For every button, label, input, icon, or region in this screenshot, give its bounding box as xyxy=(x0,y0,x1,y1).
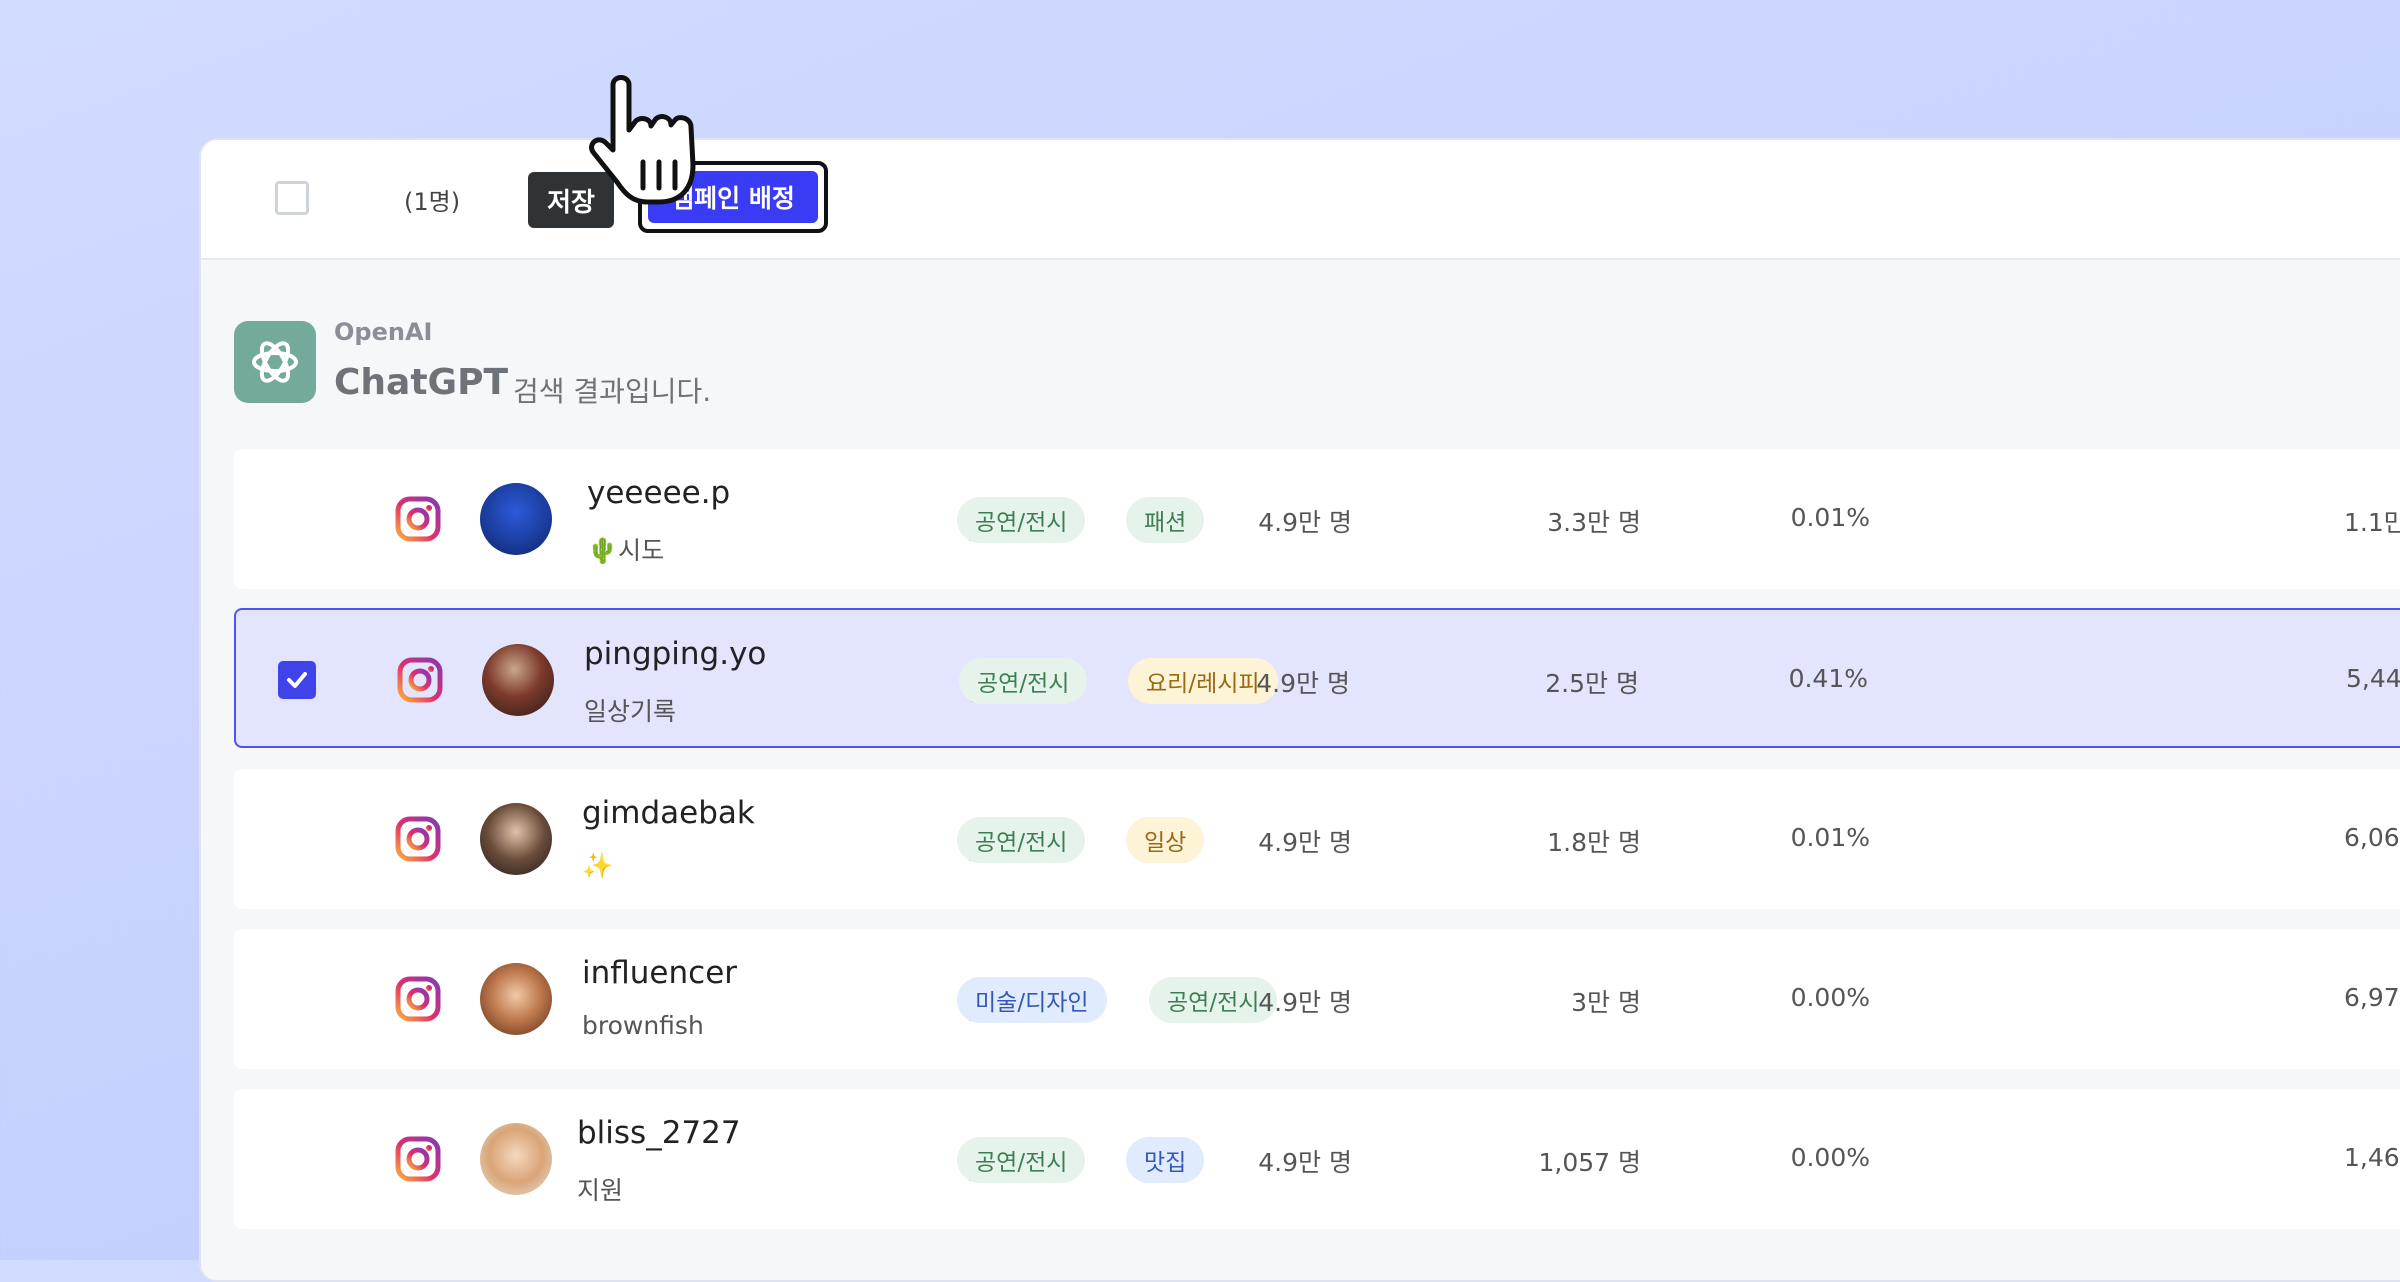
user-subtitle: ✨ xyxy=(582,851,614,880)
followers-value: 4.9만 명 xyxy=(1256,669,1350,698)
followers-value: 4.9만 명 xyxy=(1258,988,1352,1017)
category-tag: 공연/전시 xyxy=(957,817,1086,863)
pointer-hand-icon xyxy=(585,70,735,214)
instagram-icon xyxy=(396,656,444,708)
category-tag: 맛집 xyxy=(1126,1137,1205,1183)
engagement-value: 0.01% xyxy=(1790,503,1870,532)
selected-count: (1명) xyxy=(404,188,461,216)
source-company: OpenAI xyxy=(334,318,433,346)
user-subtitle: 🌵시도 xyxy=(587,536,665,565)
reach-value: 3만 명 xyxy=(1571,988,1641,1017)
avatar[interactable] xyxy=(480,483,552,555)
last-metric-value: 5,448 xyxy=(2346,664,2400,693)
instagram-icon xyxy=(394,1135,442,1187)
table-row[interactable]: gimdaebak ✨ 공연/전시 일상 4.9만 명 1.8만 명 0.01% 6,064 xyxy=(234,769,2400,909)
reach-value: 2.5만 명 xyxy=(1545,669,1639,698)
select-all-checkbox[interactable] xyxy=(275,181,309,215)
username[interactable]: bliss_2727 xyxy=(577,1115,741,1151)
reach-value: 3.3만 명 xyxy=(1547,508,1641,537)
followers-value: 4.9만 명 xyxy=(1258,508,1352,537)
avatar[interactable] xyxy=(480,963,552,1035)
row-checkbox-checked[interactable] xyxy=(278,661,316,699)
username[interactable]: influencer xyxy=(582,955,737,991)
username[interactable]: gimdaebak xyxy=(582,795,755,831)
username[interactable]: pingping.yo xyxy=(584,636,766,672)
engagement-value: 0.01% xyxy=(1790,823,1870,852)
category-tag: 공연/전시 xyxy=(957,1137,1086,1183)
toolbar: (1명) 저장 캠페인 배정 xyxy=(201,140,2400,260)
last-metric-value: 1,464 xyxy=(2344,1143,2400,1172)
source-subtitle: 검색 결과입니다. xyxy=(513,375,712,408)
followers-value: 4.9만 명 xyxy=(1258,1148,1352,1177)
category-tag: 미술/디자인 xyxy=(957,977,1107,1023)
results-panel: (1명) 저장 캠페인 배정 OpenAI ChatGPT 검색 결과입니다. … xyxy=(199,138,2400,1282)
table-row[interactable]: pingping.yo 일상기록 공연/전시 요리/레시피 4.9만 명 2.5만 명 0… xyxy=(234,608,2400,748)
engagement-value: 0.41% xyxy=(1788,664,1868,693)
openai-logo-icon xyxy=(234,321,316,403)
user-subtitle: 지원 xyxy=(577,1176,624,1205)
instagram-icon xyxy=(394,975,442,1027)
category-tag: 요리/레시피 xyxy=(1128,658,1278,704)
reach-value: 1,057 명 xyxy=(1538,1148,1641,1177)
avatar[interactable] xyxy=(482,644,554,716)
avatar[interactable] xyxy=(480,803,552,875)
last-metric-value: 1.1만 xyxy=(2344,508,2400,537)
last-metric-value: 6,977 xyxy=(2344,983,2400,1012)
table-row[interactable]: yeeeee.p 🌵시도 공연/전시 패션 4.9만 명 3.3만 명 0.01% 1.1만 xyxy=(234,449,2400,589)
engagement-value: 0.00% xyxy=(1790,983,1870,1012)
category-tag: 패션 xyxy=(1126,497,1205,543)
category-tag: 공연/전시 xyxy=(959,658,1088,704)
last-metric-value: 6,064 xyxy=(2344,823,2400,852)
user-subtitle: brownfish xyxy=(582,1011,704,1040)
instagram-icon xyxy=(394,495,442,547)
engagement-value: 0.00% xyxy=(1790,1143,1870,1172)
category-tag: 일상 xyxy=(1126,817,1205,863)
avatar[interactable] xyxy=(480,1123,552,1195)
user-subtitle: 일상기록 xyxy=(584,697,677,726)
table-row[interactable]: influencer brownfish 미술/디자인 공연/전시 4.9만 명 3만 … xyxy=(234,929,2400,1069)
source-title: ChatGPT xyxy=(334,362,509,403)
username[interactable]: yeeeee.p xyxy=(587,475,730,511)
reach-value: 1.8만 명 xyxy=(1547,828,1641,857)
instagram-icon xyxy=(394,815,442,867)
followers-value: 4.9만 명 xyxy=(1258,828,1352,857)
table-row[interactable]: bliss_2727 지원 공연/전시 맛집 4.9만 명 1,057 명 0.00% 1,… xyxy=(234,1089,2400,1229)
category-tag: 공연/전시 xyxy=(957,497,1086,543)
